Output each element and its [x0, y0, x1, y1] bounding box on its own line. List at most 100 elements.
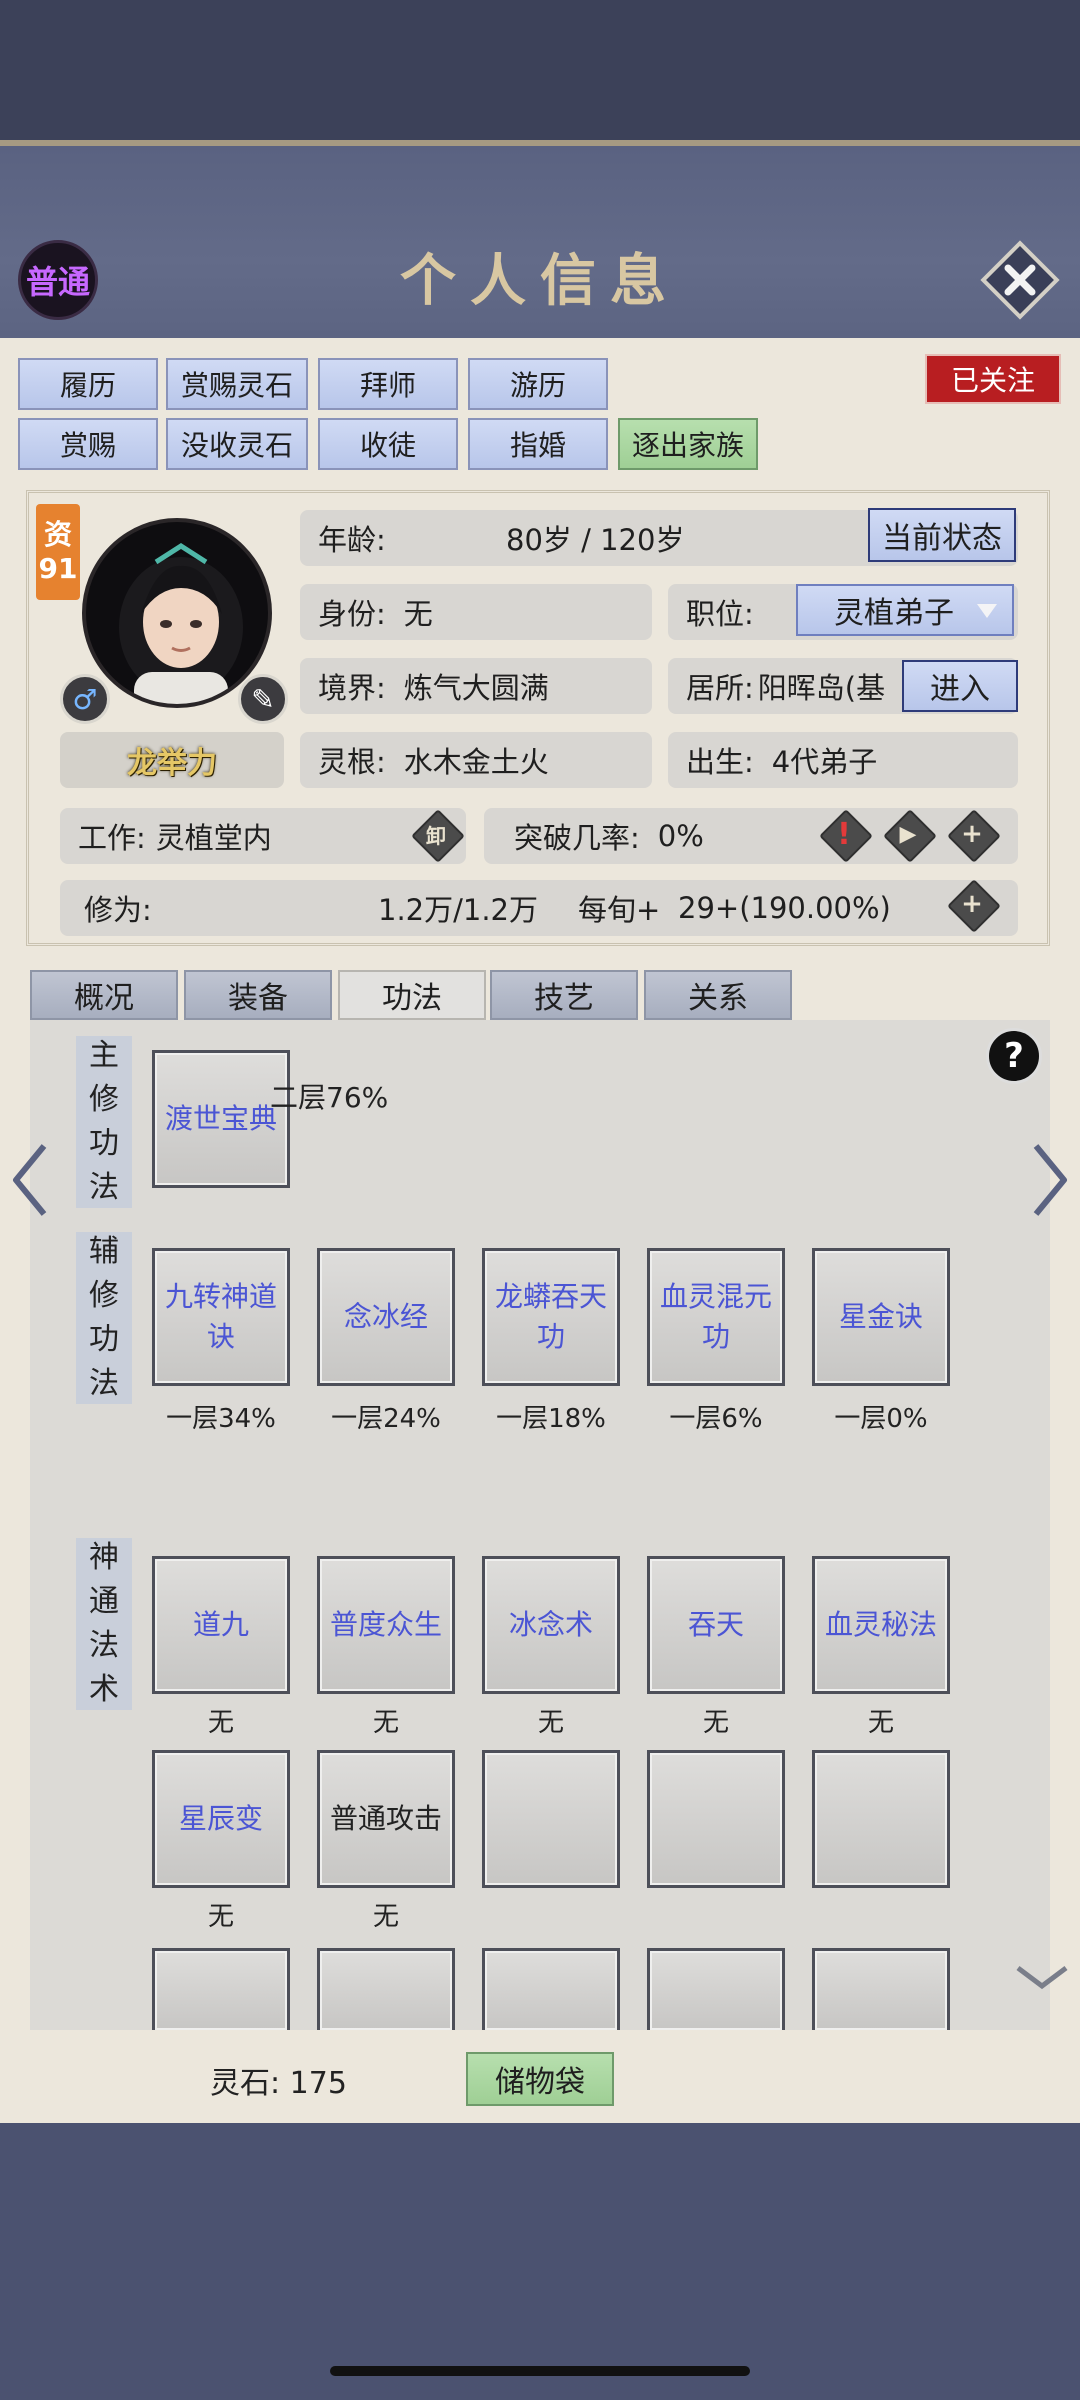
page-title: 个人信息: [400, 248, 680, 314]
tab-techniques[interactable]: 功法: [338, 970, 486, 1020]
play-icon[interactable]: ▶: [884, 810, 932, 858]
aux-technique-slot[interactable]: 星金诀: [812, 1248, 950, 1386]
per-period-label: 每旬+: [578, 893, 661, 927]
residence-value: 阳晖岛(基: [757, 671, 886, 705]
avatar[interactable]: [82, 518, 272, 708]
divine-art-note: 无: [207, 1902, 234, 1932]
residence-label: 居所:: [686, 671, 754, 705]
bottom-band: [0, 2123, 1080, 2400]
aux-technique-progress: 一层24%: [331, 1404, 441, 1434]
divine-art-slot[interactable]: 普度众生: [317, 1556, 455, 1694]
position-value: 灵植弟子: [834, 596, 954, 631]
add-breakthrough-icon[interactable]: +: [948, 810, 996, 858]
aux-technique-slot[interactable]: 血灵混元功: [647, 1248, 785, 1386]
tab-equipment[interactable]: 装备: [184, 970, 332, 1020]
work-value: 灵植堂内: [155, 821, 272, 855]
aux-technique-progress: 一层6%: [669, 1404, 763, 1434]
label-char: 主: [89, 1038, 119, 1073]
aux-technique-progress: 一层18%: [496, 1404, 606, 1434]
follow-button[interactable]: 已关注: [925, 354, 1061, 404]
position-dropdown[interactable]: 灵植弟子: [796, 584, 1014, 636]
age-value: 80岁 / 120岁: [506, 523, 685, 557]
empty-slot[interactable]: [317, 1948, 455, 2030]
aux-technique-slot[interactable]: 念冰经: [317, 1248, 455, 1386]
label-char: 术: [89, 1672, 119, 1707]
main-technique-slot[interactable]: 渡世宝典: [152, 1050, 290, 1188]
position-label: 职位:: [686, 597, 754, 631]
divine-art-slot[interactable]: 血灵秘法: [812, 1556, 950, 1694]
empty-slot[interactable]: [647, 1750, 785, 1888]
aux-technique-progress: 一层0%: [834, 1404, 928, 1434]
divine-art-slot[interactable]: 普通攻击: [317, 1750, 455, 1888]
apprentice-button[interactable]: 拜师: [318, 358, 458, 410]
divine-art-slot[interactable]: 星辰变: [152, 1750, 290, 1888]
tab-skills[interactable]: 技艺: [490, 970, 638, 1020]
expel-button[interactable]: 逐出家族: [618, 418, 758, 470]
help-icon[interactable]: ?: [986, 1028, 1042, 1084]
aux-technique-label: 辅 修 功 法: [76, 1232, 132, 1404]
close-icon: [980, 240, 1060, 320]
reward-stones-button[interactable]: 赏赐灵石: [166, 358, 308, 410]
divine-art-slot[interactable]: 吞天: [647, 1556, 785, 1694]
divine-art-slot[interactable]: 冰念术: [482, 1556, 620, 1694]
tab-overview[interactable]: 概况: [30, 970, 178, 1020]
empty-slot[interactable]: [482, 1750, 620, 1888]
empty-slot[interactable]: [812, 1948, 950, 2030]
tab-relations[interactable]: 关系: [644, 970, 792, 1020]
scroll-down-icon[interactable]: [1014, 1962, 1070, 1992]
label-char: 通: [89, 1584, 119, 1619]
aptitude-value: 91: [38, 552, 78, 585]
aux-technique-slot[interactable]: 九转神道诀: [152, 1248, 290, 1386]
unassign-work-button[interactable]: 卸: [412, 810, 460, 858]
divine-art-slot[interactable]: 道九: [152, 1556, 290, 1694]
divine-art-note: 无: [702, 1708, 729, 1738]
birth-value: 4代弟子: [771, 745, 878, 779]
next-arrow-icon[interactable]: [1028, 1140, 1072, 1220]
confiscate-stones-button[interactable]: 没收灵石: [166, 418, 308, 470]
warning-icon[interactable]: !: [820, 810, 868, 858]
aux-technique-progress: 一层34%: [166, 1404, 276, 1434]
home-indicator[interactable]: [330, 2366, 750, 2376]
divine-art-note: 无: [372, 1708, 399, 1738]
empty-slot[interactable]: [152, 1948, 290, 2030]
label-char: 神: [89, 1540, 119, 1575]
label-char: 修: [89, 1082, 119, 1117]
divine-art-note: 无: [537, 1708, 564, 1738]
spirit-stones-counter: 灵石: 175: [210, 2058, 347, 2102]
cultivation-field: 修为: 1.2万/1.2万 每旬+ 29+(190.00%): [60, 880, 1018, 936]
cultivation-label: 修为:: [84, 893, 152, 927]
label-char: 法: [89, 1170, 119, 1205]
empty-slot[interactable]: [482, 1948, 620, 2030]
take-disciple-button[interactable]: 收徒: [318, 418, 458, 470]
age-label: 年龄:: [318, 523, 386, 557]
divine-art-note: 无: [207, 1708, 234, 1738]
spirit-stones-value: 175: [289, 2066, 347, 2101]
empty-slot[interactable]: [647, 1948, 785, 2030]
breakthrough-label: 突破几率:: [514, 821, 640, 855]
current-status-button[interactable]: 当前状态: [868, 508, 1016, 562]
label-char: 辅: [89, 1234, 119, 1269]
birth-field: 出生: 4代弟子: [668, 732, 1018, 788]
add-cultivation-icon[interactable]: +: [948, 880, 996, 928]
avatar-portrait: [119, 543, 243, 704]
work-field: 工作: 灵植堂内: [60, 808, 466, 864]
close-button[interactable]: [978, 238, 1062, 322]
travel-button[interactable]: 游历: [468, 358, 608, 410]
prev-arrow-icon[interactable]: [8, 1140, 52, 1220]
enter-button[interactable]: 进入: [902, 660, 1018, 712]
storage-bag-button[interactable]: 储物袋: [466, 2052, 614, 2106]
history-button[interactable]: 履历: [18, 358, 158, 410]
cultivation-value: 1.2万/1.2万: [378, 893, 539, 927]
arrange-marriage-button[interactable]: 指婚: [468, 418, 608, 470]
edit-brush-icon[interactable]: ✎: [238, 674, 288, 724]
per-period-value: 29+(190.00%): [678, 891, 891, 925]
label-char: 修: [89, 1278, 119, 1313]
reward-button[interactable]: 赏赐: [18, 418, 158, 470]
identity-value: 无: [403, 597, 433, 631]
character-name[interactable]: 龙举力: [60, 732, 284, 788]
aux-technique-slot[interactable]: 龙蟒吞天功: [482, 1248, 620, 1386]
empty-slot[interactable]: [812, 1750, 950, 1888]
spirit-root-value: 水木金土火: [403, 745, 549, 779]
divine-arts-label: 神 通 法 术: [76, 1538, 132, 1710]
unload-glyph: 卸: [426, 823, 446, 848]
